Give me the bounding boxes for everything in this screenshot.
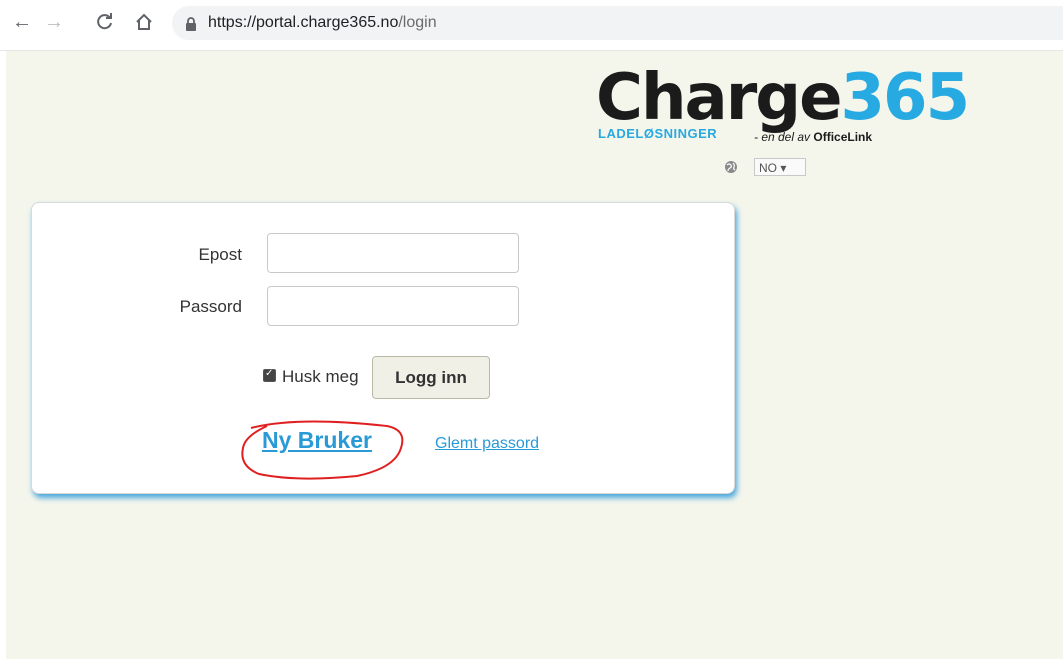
- logo-wordmark: Charge365: [596, 61, 971, 135]
- logo-subtitle: LADELØSNINGER: [598, 126, 718, 141]
- browser-toolbar: ← → https://portal.charge365.no/login: [0, 0, 1063, 50]
- url-host: https://portal.charge365.no: [208, 14, 399, 31]
- remember-me[interactable]: Husk meg: [263, 367, 359, 387]
- reload-icon[interactable]: [93, 10, 117, 34]
- toolbar-divider: [0, 50, 1063, 51]
- remember-checkbox[interactable]: [263, 368, 276, 383]
- logo-tagline: - en del av OfficeLink: [754, 130, 872, 144]
- remember-label: Husk meg: [282, 367, 359, 386]
- lock-icon: [184, 16, 198, 32]
- password-field[interactable]: [267, 286, 519, 326]
- email-label: Epost: [198, 245, 242, 264]
- arrow-left-icon[interactable]: ←: [10, 10, 34, 34]
- globe-icon: [724, 160, 738, 174]
- url-path: /login: [398, 14, 437, 31]
- logo-word-365: 365: [840, 61, 971, 135]
- arrow-right-icon[interactable]: →: [42, 10, 66, 34]
- logo-tagline-prefix: - en del av: [754, 130, 814, 144]
- forgot-password-link[interactable]: Glemt passord: [435, 435, 539, 453]
- annotation-circle: [241, 420, 404, 480]
- charge365-logo: Charge365 LADELØSNINGER - en del av Offi…: [596, 64, 970, 154]
- logo-word-charge: Charge: [596, 61, 842, 135]
- email-field[interactable]: [267, 233, 519, 273]
- logo-tagline-brand: OfficeLink: [813, 130, 873, 144]
- login-button[interactable]: Logg inn: [372, 356, 490, 399]
- home-icon[interactable]: [132, 10, 156, 34]
- page-edge: [0, 51, 6, 659]
- url-text: https://portal.charge365.no/login: [208, 14, 437, 32]
- language-select[interactable]: NO ▾: [754, 158, 806, 176]
- address-bar[interactable]: https://portal.charge365.no/login: [172, 6, 1063, 40]
- password-label: Passord: [179, 297, 242, 316]
